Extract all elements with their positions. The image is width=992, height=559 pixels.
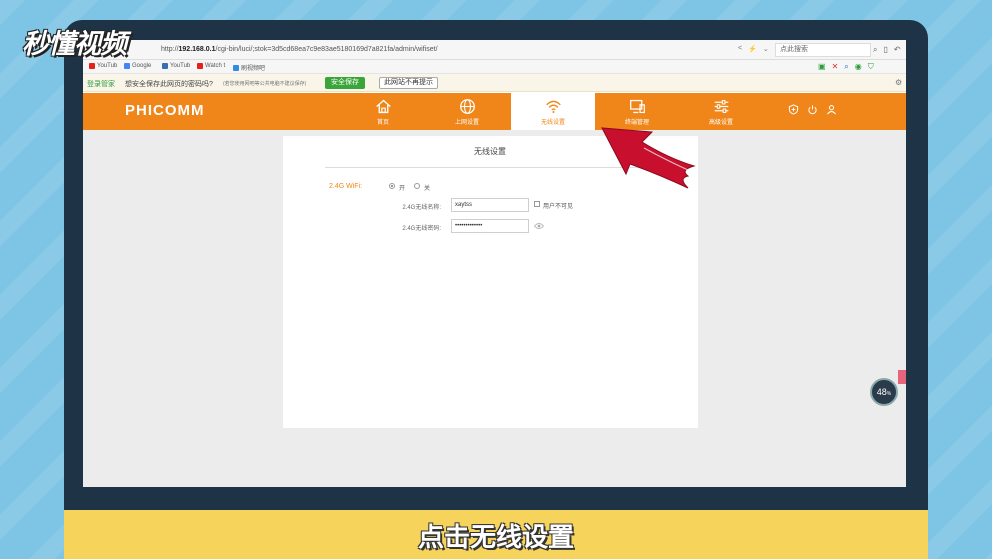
bookmark-item[interactable]: YouTub <box>89 63 117 69</box>
chevron-down-icon[interactable]: ⌄ <box>763 45 769 53</box>
router-nav-bar: PHICOMM 首页 上网设置 无线设置 终端管理 高级设置 <box>83 93 906 130</box>
power-icon[interactable] <box>807 104 818 115</box>
save-password-question: 想安全保存此网页的密码吗? <box>125 81 213 88</box>
globe-icon <box>459 98 475 114</box>
password-save-bar: 登录管家 想安全保存此网页的密码吗? (若您使用网吧等公共电脑不建议保存) 安全… <box>83 74 906 92</box>
hide-ssid-label: 用户不可见 <box>543 204 574 210</box>
undo-icon[interactable]: ↶ <box>894 45 901 55</box>
nav-item-home[interactable]: 首页 <box>343 93 423 130</box>
gamepad-icon[interactable]: ◉ <box>855 62 862 72</box>
address-actions: < ⚡ ⌄ <box>738 45 769 53</box>
search-icon[interactable]: ⌕ <box>873 45 877 55</box>
password-label: 2.4G无线密码: <box>402 226 441 232</box>
youtube-icon <box>162 63 168 69</box>
nav-right-actions <box>788 104 837 115</box>
bookmark-item[interactable]: Watch t <box>197 63 225 69</box>
ssid-label: 2.4G无线名称: <box>402 205 441 211</box>
wifi-2g-label: 2.4G WiFi: <box>329 183 363 190</box>
eye-icon[interactable] <box>534 222 544 230</box>
save-password-hint: (若您使用网吧等公共电脑不建议保存) <box>223 81 307 87</box>
wifi-on-radio[interactable] <box>389 183 395 189</box>
wifi-on-label: 开 <box>399 186 406 192</box>
bookmark-item[interactable]: YouTub <box>162 63 190 69</box>
google-icon <box>124 63 130 69</box>
folder-icon <box>233 64 239 71</box>
address-bar[interactable]: http://192.168.0.1/cgi-bin/luci/;stok=3d… <box>83 40 906 60</box>
bookmark-item[interactable]: Google <box>124 63 151 69</box>
never-prompt-button[interactable]: 此网站不再提示 <box>379 77 438 89</box>
subtitle-text: 点击无线设置 <box>417 523 574 553</box>
gear-icon[interactable]: ⚙ <box>895 78 902 87</box>
extension-icons: ▣ ✕ ⌕ ◉ ⛉ <box>818 62 874 72</box>
sliders-icon <box>714 99 728 113</box>
laptop-screen: http://192.168.0.1/cgi-bin/luci/;stok=3d… <box>83 40 906 487</box>
hide-ssid-checkbox[interactable] <box>534 201 540 207</box>
password-input[interactable]: ••••••••••••• <box>451 219 529 233</box>
play-icon <box>197 63 203 69</box>
side-tab[interactable] <box>898 370 906 384</box>
user-icon[interactable] <box>826 104 837 115</box>
close-icon[interactable]: ✕ <box>832 62 839 72</box>
shield-icon[interactable] <box>788 104 799 115</box>
wifi-off-radio[interactable] <box>414 183 420 189</box>
share-icon[interactable]: < <box>738 45 742 53</box>
progress-badge[interactable]: 48% <box>870 378 898 406</box>
annotation-arrow <box>601 127 696 189</box>
search-input[interactable]: 点此搜索 <box>775 43 871 57</box>
safe-save-button[interactable]: 安全保存 <box>325 77 365 89</box>
login-manager-label[interactable]: 登录管家 <box>87 79 115 89</box>
device-icon[interactable]: ▯ <box>883 45 887 55</box>
address-url[interactable]: http://192.168.0.1/cgi-bin/luci/;stok=3d… <box>161 46 438 53</box>
subtitle-band: 点击无线设置 <box>64 510 928 559</box>
bookmarks-bar: YouTub Google YouTub Watch t 刷视频吧 ▣ ✕ ⌕ … <box>83 60 906 74</box>
youtube-icon <box>89 63 95 69</box>
brand-logo: PHICOMM <box>125 102 205 119</box>
wifi-off-label: 关 <box>424 186 431 192</box>
window-actions: ⌕ ▯ ↶ <box>873 45 901 55</box>
home-icon <box>375 99 391 113</box>
extension-icon[interactable]: ▣ <box>818 62 826 72</box>
lightning-icon[interactable]: ⚡ <box>748 45 757 53</box>
ssid-input[interactable]: xaytss <box>451 198 529 212</box>
shield-icon[interactable]: ⛉ <box>868 62 874 72</box>
nav-item-internet[interactable]: 上网设置 <box>427 93 507 130</box>
search-icon[interactable]: ⌕ <box>844 62 848 72</box>
watermark-logo: 秒懂视频 <box>22 29 127 60</box>
bookmark-item[interactable]: 刷视频吧 <box>233 63 265 72</box>
